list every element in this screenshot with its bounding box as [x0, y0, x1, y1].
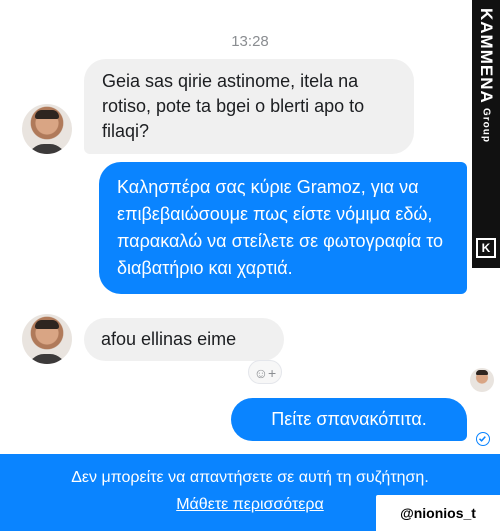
message-timestamp: 13:28	[231, 33, 269, 50]
kammena-watermark: KAMMENA Group K	[472, 0, 500, 268]
delivered-check-icon	[476, 432, 490, 446]
blocked-reply-banner: Δεν μπορείτε να απαντήσετε σε αυτή τη συ…	[0, 454, 500, 531]
sender-avatar[interactable]	[22, 104, 72, 154]
author-handle: @nionios_t	[376, 495, 500, 531]
outgoing-message-bubble[interactable]: Καλησπέρα σας κύριε Gramoz, για να επιβε…	[99, 162, 467, 294]
watermark-group: Group	[480, 107, 492, 143]
sender-avatar[interactable]	[22, 314, 72, 364]
seen-avatar	[470, 368, 494, 392]
watermark-logo-icon: K	[476, 238, 496, 258]
watermark-brand: KAMMENA	[477, 8, 496, 104]
outgoing-message-bubble[interactable]: Πείτε σπανακόπιτα.	[231, 398, 467, 441]
incoming-message-bubble[interactable]: afou ellinas eime	[84, 318, 284, 361]
cannot-reply-message: Δεν μπορείτε να απαντήσετε σε αυτή τη συ…	[71, 469, 429, 486]
incoming-message-bubble[interactable]: Geia sas qirie astinome, itela na rotiso…	[84, 59, 414, 154]
add-reaction-button[interactable]: ☺+	[248, 360, 282, 384]
